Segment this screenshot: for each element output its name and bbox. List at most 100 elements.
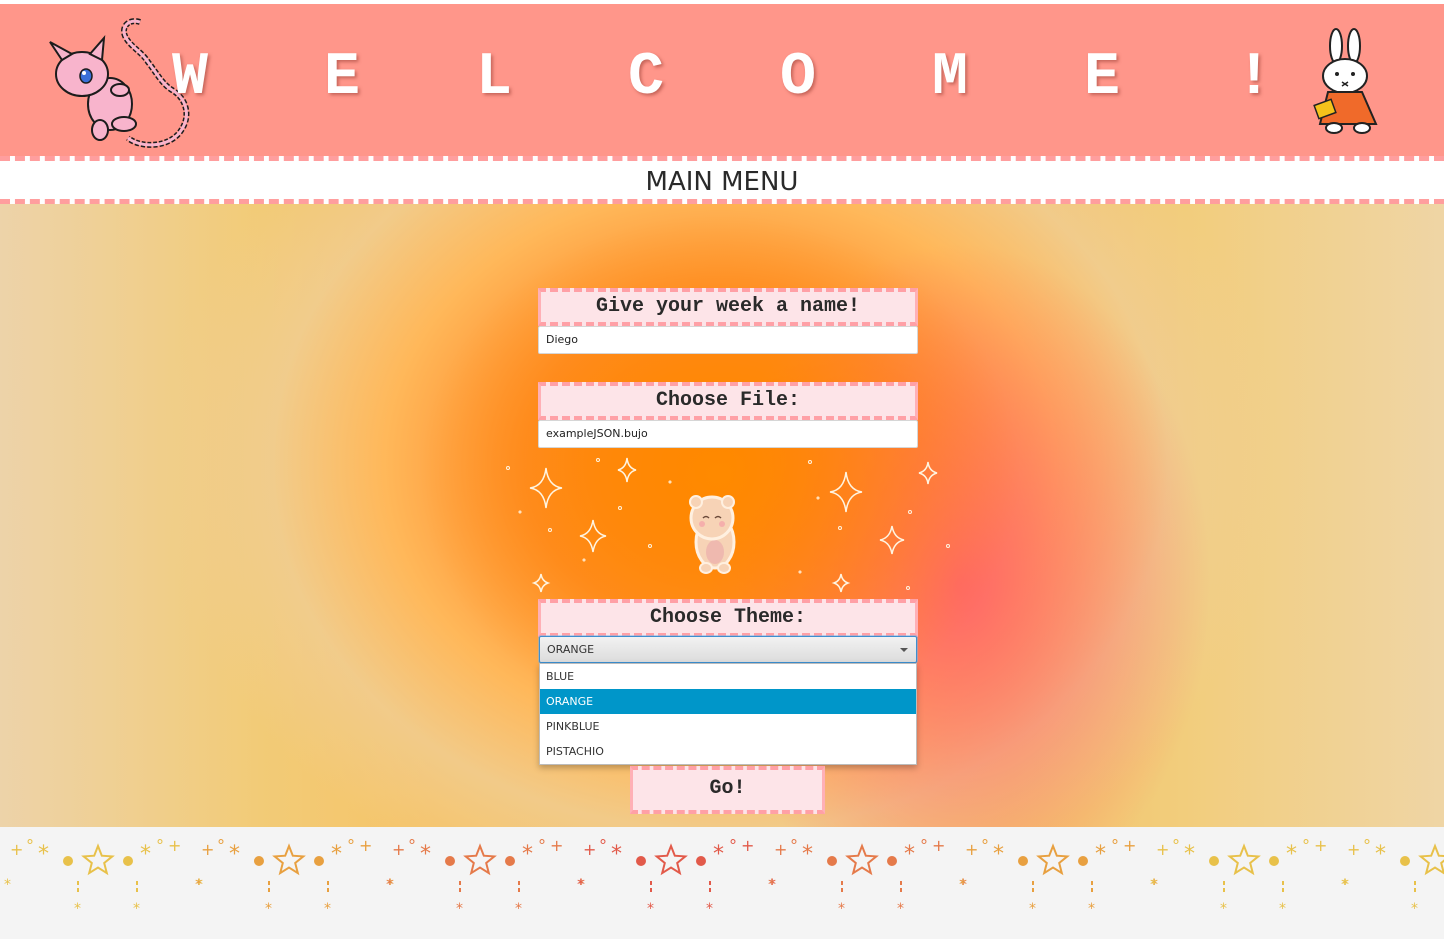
footer-decor-mark: * xyxy=(456,901,463,917)
footer-decor-mark: ° xyxy=(26,836,34,855)
footer-decor-mark xyxy=(445,856,455,866)
footer-decor-mark: * xyxy=(522,842,533,867)
star-border-icon: + ° * * ° +* ** *+ ° * * ° +* ** *+ ° * * ° +* ** *+ ° * * ° +* ** *… xyxy=(4,836,1444,917)
footer-decor-mark: * xyxy=(1095,842,1106,867)
footer-decor-mark: + xyxy=(201,840,214,859)
footer-decor-mark: * xyxy=(647,901,654,917)
chevron-down-icon[interactable] xyxy=(900,648,908,652)
footer-decor-mark xyxy=(845,843,879,876)
footer-decor-mark xyxy=(1036,843,1070,876)
footer-decor-mark: * xyxy=(1411,901,1418,917)
footer-decor-mark xyxy=(1209,856,1219,866)
footer-decor-mark: * xyxy=(706,901,713,917)
footer-decor-mark xyxy=(272,843,306,876)
footer-decor-mark xyxy=(636,856,646,866)
footer-decor-mark: * xyxy=(768,877,775,893)
theme-select[interactable]: ORANGE xyxy=(539,636,917,663)
file-input[interactable]: exampleJSON.bujo xyxy=(538,420,918,448)
theme-option-blue[interactable]: BLUE xyxy=(540,664,916,689)
footer-decor-mark: * xyxy=(38,842,49,867)
footer-decor-mark: * xyxy=(1150,877,1157,893)
footer-decor-mark: ° xyxy=(599,836,607,855)
footer-decor-mark: * xyxy=(420,842,431,867)
sparkle-decoration xyxy=(506,457,950,593)
menu-bar: MAIN MENU xyxy=(0,156,1444,204)
footer-decor-mark xyxy=(505,856,515,866)
footer-decor-mark: + xyxy=(550,836,563,855)
footer-decor-mark: + xyxy=(774,840,787,859)
theme-option-pinkblue[interactable]: PINKBLUE xyxy=(540,714,916,739)
footer-decor-mark: * xyxy=(4,877,11,893)
footer-decor-mark: * xyxy=(140,842,151,867)
footer-decor-mark xyxy=(827,856,837,866)
footer-decor-mark: * xyxy=(713,842,724,867)
footer-decor-mark xyxy=(463,843,497,876)
footer-decor-mark xyxy=(696,856,706,866)
footer-decor-mark: ° xyxy=(1111,836,1119,855)
header: W E L C O M E ! xyxy=(0,4,1444,156)
theme-option-pistachio[interactable]: PISTACHIO xyxy=(540,739,916,764)
footer: + ° * * ° + * * * * + ° * * ° + * * * * + ° * * ° + * * * * + ° * * ° + * * * *… xyxy=(0,827,1444,939)
footer-decor-mark: + xyxy=(741,836,754,855)
footer-decor-mark: ° xyxy=(790,836,798,855)
footer-decor-mark: * xyxy=(1184,842,1195,867)
footer-decor-mark: * xyxy=(324,901,331,917)
footer-decor-mark: * xyxy=(611,842,622,867)
welcome-title: W E L C O M E ! xyxy=(171,44,1313,112)
footer-decor-mark: * xyxy=(897,901,904,917)
sparkle-icon xyxy=(529,457,938,593)
choose-file-label: Choose File: xyxy=(538,382,918,420)
footer-decor-mark: + xyxy=(583,840,596,859)
menu-title: MAIN MENU xyxy=(645,167,799,197)
footer-decor-mark: ° xyxy=(156,836,164,855)
footer-decor-mark: * xyxy=(1029,901,1036,917)
theme-select-value: ORANGE xyxy=(547,643,595,656)
footer-decor-mark: * xyxy=(331,842,342,867)
footer-decor-mark: ° xyxy=(920,836,928,855)
week-name-input[interactable]: Diego xyxy=(538,326,918,354)
footer-decor-mark: ° xyxy=(1363,836,1371,855)
footer-decor-mark: + xyxy=(965,840,978,859)
theme-option-orange[interactable]: ORANGE xyxy=(540,689,916,714)
footer-decor-mark: * xyxy=(1341,877,1348,893)
footer-decor-mark: * xyxy=(904,842,915,867)
footer-decor-mark: ° xyxy=(1302,836,1310,855)
footer-decor-mark: + xyxy=(932,836,945,855)
footer-decor-mark: * xyxy=(577,877,584,893)
footer-decor-mark xyxy=(1018,856,1028,866)
footer-decor-mark: * xyxy=(1220,901,1227,917)
footer-decor-mark: * xyxy=(133,901,140,917)
footer-decor-mark xyxy=(63,856,73,866)
footer-decor-mark: ° xyxy=(981,836,989,855)
footer-decor-mark: * xyxy=(959,877,966,893)
footer-decor-mark: * xyxy=(195,877,202,893)
footer-decor-mark xyxy=(1227,843,1261,876)
footer-decor-mark: + xyxy=(359,836,372,855)
go-button[interactable]: Go! xyxy=(630,766,825,814)
footer-decor-mark xyxy=(81,843,115,876)
footer-decor-mark xyxy=(1400,856,1410,866)
miffy-bunny-icon xyxy=(1313,28,1378,134)
footer-decor-mark xyxy=(1269,856,1279,866)
footer-decor-mark: * xyxy=(386,877,393,893)
footer-decor-mark: + xyxy=(1123,836,1136,855)
footer-decor-mark: * xyxy=(265,901,272,917)
footer-decor-mark: ° xyxy=(729,836,737,855)
footer-decor-mark: * xyxy=(1286,842,1297,867)
footer-decor-mark: + xyxy=(1156,840,1169,859)
footer-decor-mark: * xyxy=(229,842,240,867)
footer-decor-mark xyxy=(654,843,688,876)
footer-decor-mark: ° xyxy=(1172,836,1180,855)
footer-decor-mark: + xyxy=(168,836,181,855)
footer-decor-mark xyxy=(887,856,897,866)
footer-decor-mark: * xyxy=(1088,901,1095,917)
footer-decor-mark: * xyxy=(1279,901,1286,917)
footer-decor-mark xyxy=(254,856,264,866)
footer-decor-mark: + xyxy=(10,840,23,859)
footer-decor-mark: * xyxy=(838,901,845,917)
week-name-label: Give your week a name! xyxy=(538,288,918,326)
footer-decor-mark: ° xyxy=(408,836,416,855)
theme-dropdown-list: BLUE ORANGE PINKBLUE PISTACHIO xyxy=(539,663,917,765)
footer-decor-mark xyxy=(1418,843,1444,876)
footer-decor-mark: + xyxy=(1314,836,1327,855)
